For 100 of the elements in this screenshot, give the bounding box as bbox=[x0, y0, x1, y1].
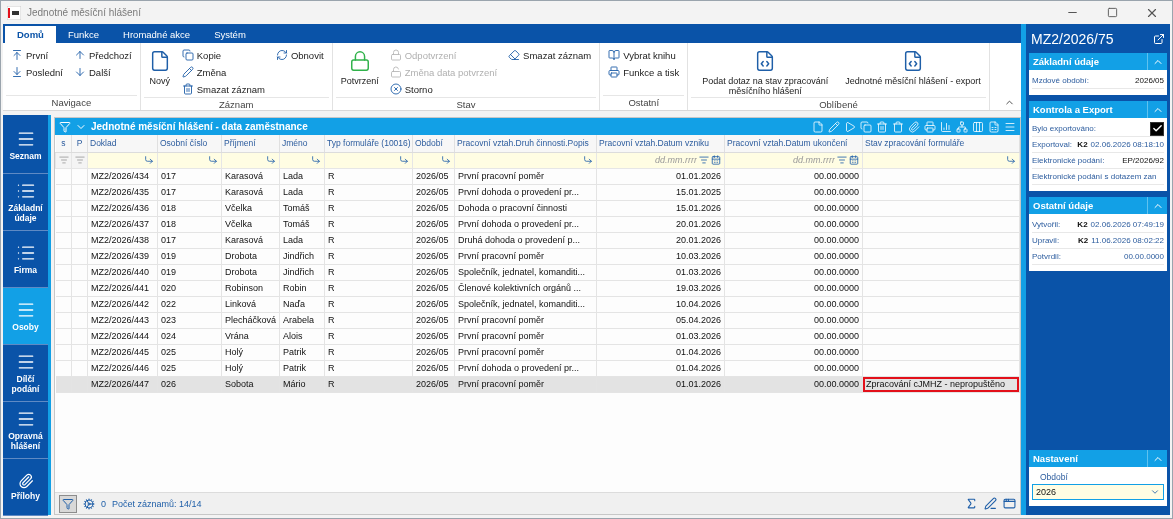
nav-item[interactable]: Opravná hlášení bbox=[3, 402, 48, 459]
ribbon-button[interactable]: Obnovit bbox=[273, 47, 326, 63]
field-label: Upravil: bbox=[1032, 236, 1060, 245]
ribbon-button[interactable]: Potvrzení bbox=[338, 47, 381, 87]
filter-icon[interactable] bbox=[74, 155, 85, 165]
ribbon-tab[interactable]: Systém bbox=[202, 26, 258, 43]
table-cell: 019 bbox=[157, 264, 222, 280]
ribbon-button[interactable]: Změna bbox=[179, 64, 267, 80]
trash-icon[interactable] bbox=[892, 120, 904, 133]
table-cell: Linková bbox=[221, 296, 280, 312]
table-cell: První pracovní poměr bbox=[454, 328, 597, 344]
ribbon-button[interactable]: Vybrat knihu bbox=[606, 47, 682, 63]
table-cell: 00.00.0000 bbox=[724, 200, 863, 216]
ribbon-button[interactable]: Nový bbox=[146, 47, 173, 87]
table-cell: R bbox=[324, 232, 413, 248]
table-cell: 019 bbox=[157, 248, 222, 264]
section-title: Základní údaje bbox=[1032, 56, 1100, 67]
filter-corner-icon[interactable] bbox=[311, 155, 321, 165]
arrow-down-icon bbox=[74, 66, 86, 78]
ribbon-tab[interactable]: Funkce bbox=[55, 26, 112, 43]
gear-icon[interactable] bbox=[83, 497, 95, 510]
window-icon[interactable] bbox=[1003, 497, 1016, 510]
table-cell: MZ2/2026/442 bbox=[87, 296, 158, 312]
ribbon-tab[interactable]: Domů bbox=[5, 26, 56, 43]
table-cell: Sobota bbox=[221, 376, 280, 392]
nav-item[interactable]: Základní údaje bbox=[3, 174, 48, 231]
field-link[interactable]: Elektronické podání s dotazem zan bbox=[1032, 172, 1157, 181]
calendar-icon[interactable] bbox=[711, 155, 721, 165]
ribbon-button[interactable]: Poslední bbox=[9, 64, 65, 80]
nav-item[interactable]: Přílohy bbox=[3, 459, 48, 516]
filter-corner-icon[interactable] bbox=[1006, 155, 1016, 165]
field-value: 2026/05 bbox=[1135, 76, 1164, 85]
field-value: EP/2026/92 bbox=[1122, 156, 1164, 165]
copy-icon[interactable] bbox=[860, 120, 872, 133]
filter-corner-icon[interactable] bbox=[266, 155, 276, 165]
ribbon-button[interactable]: Další bbox=[72, 64, 134, 80]
table-cell: R bbox=[324, 248, 413, 264]
filter-corner-icon[interactable] bbox=[583, 155, 593, 165]
filter-icon[interactable] bbox=[837, 155, 847, 165]
trash-icon[interactable] bbox=[876, 120, 888, 133]
column-header[interactable]: Příjmení bbox=[221, 135, 280, 152]
padlock-icon bbox=[348, 50, 371, 72]
table-cell: 018 bbox=[157, 216, 222, 232]
filter-corner-icon[interactable] bbox=[399, 155, 409, 165]
filter-icon[interactable] bbox=[58, 155, 69, 165]
calendar-icon[interactable] bbox=[849, 155, 859, 165]
ribbon-button[interactable]: První bbox=[9, 47, 65, 63]
column-header[interactable]: Doklad bbox=[87, 135, 158, 152]
ribbon-button[interactable]: Storno bbox=[387, 81, 500, 97]
column-header[interactable]: s bbox=[55, 135, 72, 152]
column-header[interactable]: Typ formuláře (10016) bbox=[324, 135, 413, 152]
period-select[interactable]: 2026 bbox=[1032, 484, 1164, 500]
book-icon bbox=[608, 49, 621, 61]
printer-icon[interactable] bbox=[924, 120, 936, 133]
ribbon-button[interactable]: Smazat záznam bbox=[179, 81, 267, 97]
table-cell: MZ2/2026/435 bbox=[87, 184, 158, 200]
document-icon[interactable] bbox=[812, 120, 824, 133]
ribbon-button[interactable]: Smazat záznam bbox=[506, 47, 594, 63]
ribbon-tab[interactable]: Hromadné akce bbox=[111, 26, 203, 43]
table-cell: 19.03.2026 bbox=[596, 280, 725, 296]
ribbon-button[interactable]: Předchozí bbox=[72, 47, 134, 63]
filter-toggle-button[interactable] bbox=[59, 494, 77, 513]
ribbon-button[interactable]: Podat dotaz na stav zpracování měsíčního hlášení bbox=[694, 47, 837, 97]
pencil-icon[interactable] bbox=[984, 497, 997, 510]
paperclip-icon[interactable] bbox=[908, 120, 920, 133]
table-cell: MZ2/2026/440 bbox=[87, 264, 158, 280]
column-header[interactable]: Pracovní vztah.Datum ukončení bbox=[724, 135, 863, 152]
timestamp: 11.06.2026 08:02:22 bbox=[1091, 236, 1164, 245]
column-header[interactable]: Období bbox=[412, 135, 455, 152]
column-header[interactable]: Osobní číslo bbox=[157, 135, 222, 152]
sum-icon[interactable] bbox=[965, 497, 978, 510]
external-link-icon[interactable] bbox=[1153, 32, 1165, 45]
filter-icon[interactable] bbox=[59, 120, 71, 133]
filter-corner-icon[interactable] bbox=[144, 155, 154, 165]
spreadsheet-icon[interactable] bbox=[988, 120, 1000, 133]
column-header[interactable]: Pracovní vztah.Druh činnosti.Popis bbox=[454, 135, 597, 152]
table-cell: 2026/05 bbox=[412, 376, 455, 392]
timestamp: 02.06.2026 08:18:10 bbox=[1090, 140, 1164, 149]
ribbon-button[interactable]: Funkce a tisk bbox=[606, 64, 682, 80]
column-header[interactable]: Jméno bbox=[279, 135, 325, 152]
filter-corner-icon[interactable] bbox=[208, 155, 218, 165]
network-icon[interactable] bbox=[956, 120, 968, 133]
table-cell: 01.03.2026 bbox=[596, 264, 725, 280]
ribbon-button[interactable]: Kopie bbox=[179, 47, 267, 63]
checkbox[interactable] bbox=[1150, 121, 1164, 136]
column-header[interactable]: Stav zpracování formuláře bbox=[862, 135, 1020, 152]
menu-icon[interactable] bbox=[1004, 120, 1016, 133]
play-icon[interactable] bbox=[844, 120, 856, 133]
table-cell: 2026/05 bbox=[412, 264, 455, 280]
ribbon-button[interactable]: Jednotné měsíční hlášení - export bbox=[843, 47, 983, 87]
columns-icon[interactable] bbox=[972, 120, 984, 133]
column-header[interactable]: Pracovní vztah.Datum vzniku bbox=[596, 135, 725, 152]
nav-item[interactable]: Dílčí podání bbox=[3, 345, 48, 402]
table-cell: R bbox=[324, 264, 413, 280]
filter-icon[interactable] bbox=[699, 155, 709, 165]
table-cell: 00.00.0000 bbox=[724, 360, 863, 376]
field-label: Mzdové období: bbox=[1032, 76, 1089, 85]
filter-corner-icon[interactable] bbox=[441, 155, 451, 165]
nav-item[interactable]: Seznam bbox=[3, 117, 48, 174]
bar-chart-icon[interactable] bbox=[940, 120, 952, 133]
